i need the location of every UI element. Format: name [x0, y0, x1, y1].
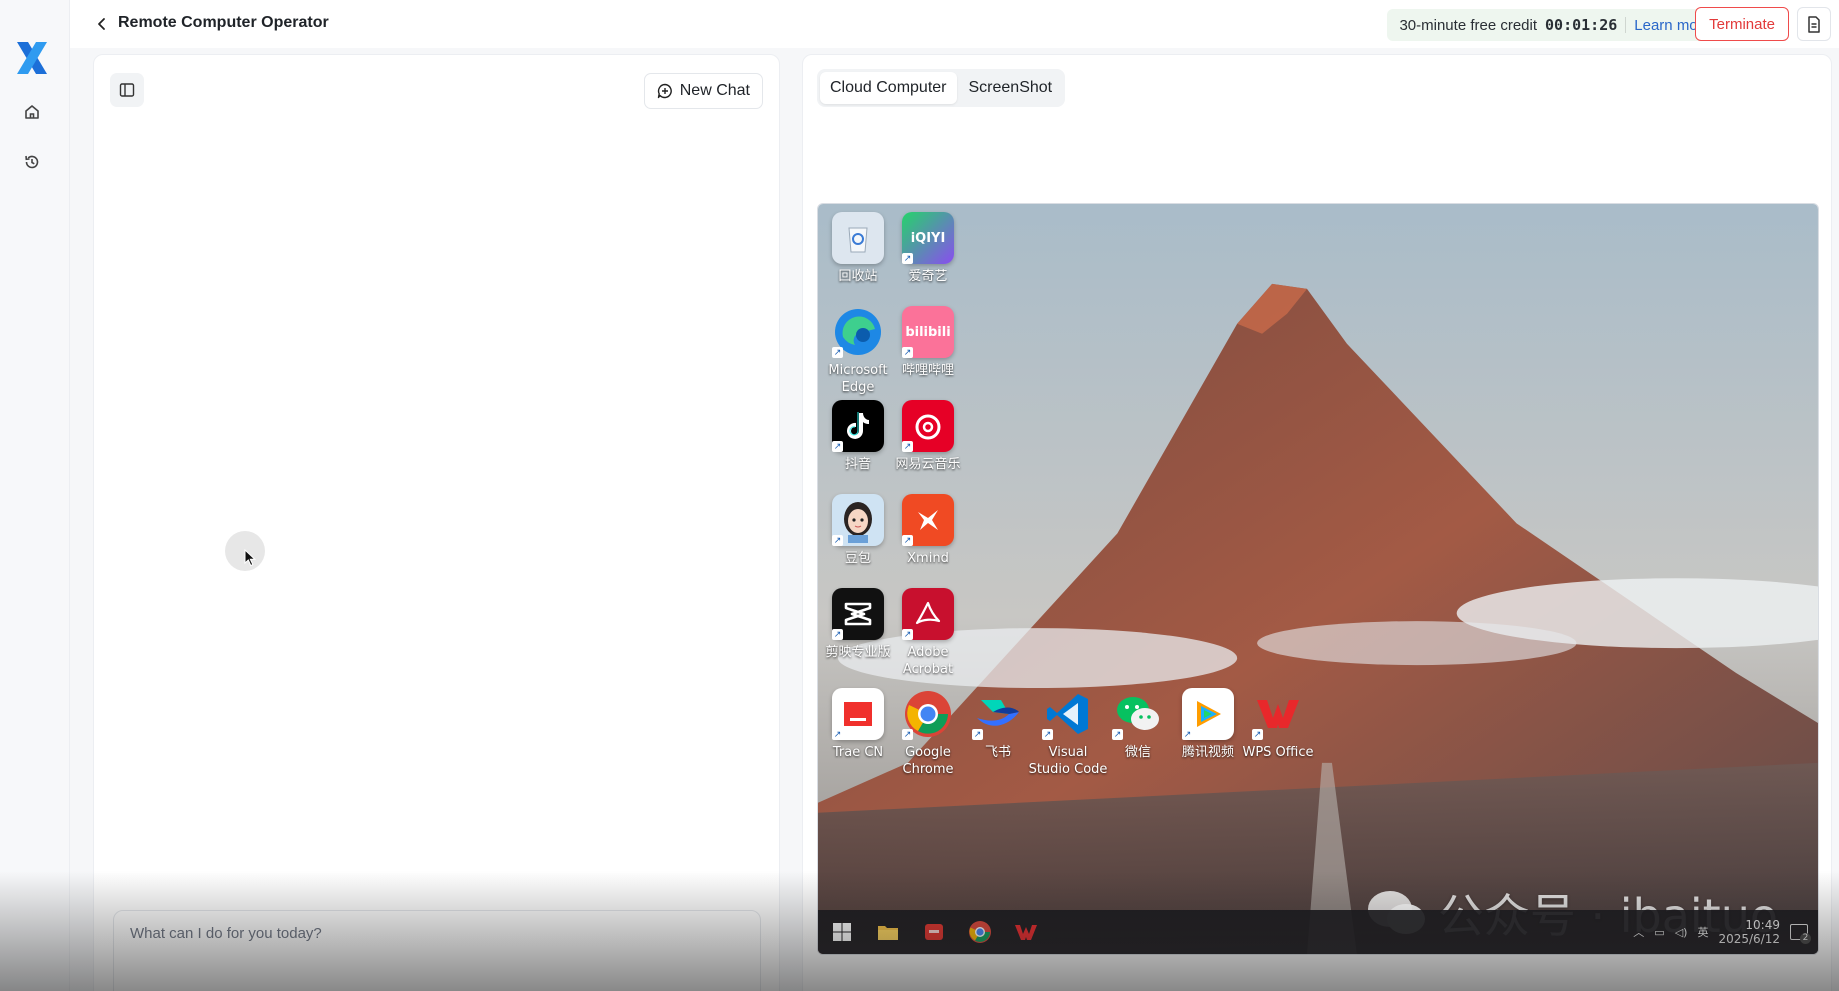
cloud-computer-panel: Cloud Computer ScreenShot 回收站 iQIYI ↗ 爱奇…	[802, 54, 1832, 991]
app-window: Remote Computer Operator 30-minute free …	[0, 0, 1839, 991]
edge-icon: ↗	[832, 306, 884, 358]
free-credit-badge: 30-minute free credit 00:01:26 Learn mor…	[1387, 9, 1723, 41]
desktop-icon-acrobat[interactable]: ↗ Adobe Acrobat	[888, 588, 968, 678]
desktop-icon-vscode[interactable]: ↗ Visual Studio Code	[1028, 688, 1108, 778]
bilibili-icon: bilibili ↗	[902, 306, 954, 358]
top-bar: Remote Computer Operator 30-minute free …	[70, 0, 1839, 48]
tab-screenshot[interactable]: ScreenShot	[959, 72, 1063, 104]
history-icon	[25, 155, 39, 169]
clock-time: 10:49	[1745, 918, 1780, 932]
wechat-icon: ↗	[1112, 688, 1164, 740]
vscode-icon: ↗	[1042, 688, 1094, 740]
desktop-icon-netease-music[interactable]: ↗ 网易云音乐	[888, 400, 968, 473]
history-button[interactable]	[18, 148, 46, 176]
document-button[interactable]	[1797, 7, 1831, 41]
chrome-icon: ↗	[902, 688, 954, 740]
mouse-pointer-icon	[244, 549, 256, 567]
app-logo-icon	[17, 42, 47, 74]
wps-icon: ↗	[1252, 688, 1304, 740]
new-chat-button[interactable]: New Chat	[643, 73, 763, 109]
xmind-icon: ↗	[902, 494, 954, 546]
notification-count: 2	[1800, 933, 1811, 944]
desktop-icon-edge[interactable]: ↗ Microsoft Edge	[818, 306, 898, 396]
credit-divider	[1625, 17, 1627, 33]
doubao-icon: ↗	[832, 494, 884, 546]
tencent-video-icon: ↗	[1182, 688, 1234, 740]
sidebar-toggle-button[interactable]	[110, 73, 144, 107]
network-icon[interactable]: ▭	[1654, 926, 1664, 939]
desktop-icon-wps[interactable]: ↗ WPS Office	[1238, 688, 1318, 761]
new-chat-label: New Chat	[679, 82, 750, 99]
credit-timer: 00:01:26	[1545, 16, 1618, 34]
acrobat-icon: ↗	[902, 588, 954, 640]
recycle-bin-icon	[832, 212, 884, 264]
home-icon	[25, 105, 39, 119]
left-rail	[0, 0, 70, 991]
remote-desktop[interactable]: 回收站 iQIYI ↗ 爱奇艺 ↗ Microsoft Edge bilibili…	[817, 203, 1819, 955]
chevron-left-icon	[98, 18, 105, 30]
file-explorer-icon[interactable]	[876, 920, 900, 944]
feishu-icon: ↗	[972, 688, 1024, 740]
back-button[interactable]	[90, 12, 114, 36]
document-icon	[1808, 15, 1820, 33]
capcut-icon: ↗	[832, 588, 884, 640]
chat-panel: New Chat	[93, 54, 780, 991]
clock-date: 2025/6/12	[1718, 932, 1780, 946]
tab-cloud-computer[interactable]: Cloud Computer	[820, 72, 957, 104]
page-title: Remote Computer Operator	[118, 14, 329, 31]
volume-icon[interactable]: ◁)	[1675, 926, 1688, 939]
windows-start-icon[interactable]	[830, 920, 854, 944]
iqiyi-icon: iQIYI ↗	[902, 212, 954, 264]
desktop-icon-xmind[interactable]: ↗ Xmind	[888, 494, 968, 567]
trae-icon: ↗	[832, 688, 884, 740]
douyin-icon: ↗	[832, 400, 884, 452]
system-tray: ︿ ▭ ◁) 英 10:49 2025/6/12 2	[1633, 916, 1811, 948]
sidebar-toggle-icon	[119, 83, 135, 97]
desktop-icon-bilibili[interactable]: bilibili ↗ 哔哩哔哩	[888, 306, 968, 379]
desktop-icon-iqiyi[interactable]: iQIYI ↗ 爱奇艺	[888, 212, 968, 285]
home-button[interactable]	[18, 98, 46, 126]
view-tabs: Cloud Computer ScreenShot	[817, 69, 1066, 107]
notification-center-icon[interactable]: 2	[1790, 924, 1811, 944]
taskbar-app-icon[interactable]	[922, 920, 946, 944]
taskbar-chrome-icon[interactable]	[968, 920, 992, 944]
desktop-icon-chrome[interactable]: ↗ Google Chrome	[888, 688, 968, 778]
netease-music-icon: ↗	[902, 400, 954, 452]
terminate-button[interactable]: Terminate	[1695, 7, 1789, 41]
taskbar-clock[interactable]: 10:49 2025/6/12	[1718, 918, 1780, 946]
tray-chevron-up-icon[interactable]: ︿	[1633, 924, 1644, 940]
taskbar-wps-icon[interactable]	[1014, 920, 1038, 944]
credit-label: 30-minute free credit	[1399, 16, 1538, 34]
windows-taskbar: ︿ ▭ ◁) 英 10:49 2025/6/12 2	[818, 910, 1818, 954]
ime-indicator[interactable]: 英	[1697, 924, 1708, 940]
new-chat-icon	[657, 83, 672, 99]
chat-input[interactable]	[113, 910, 761, 991]
